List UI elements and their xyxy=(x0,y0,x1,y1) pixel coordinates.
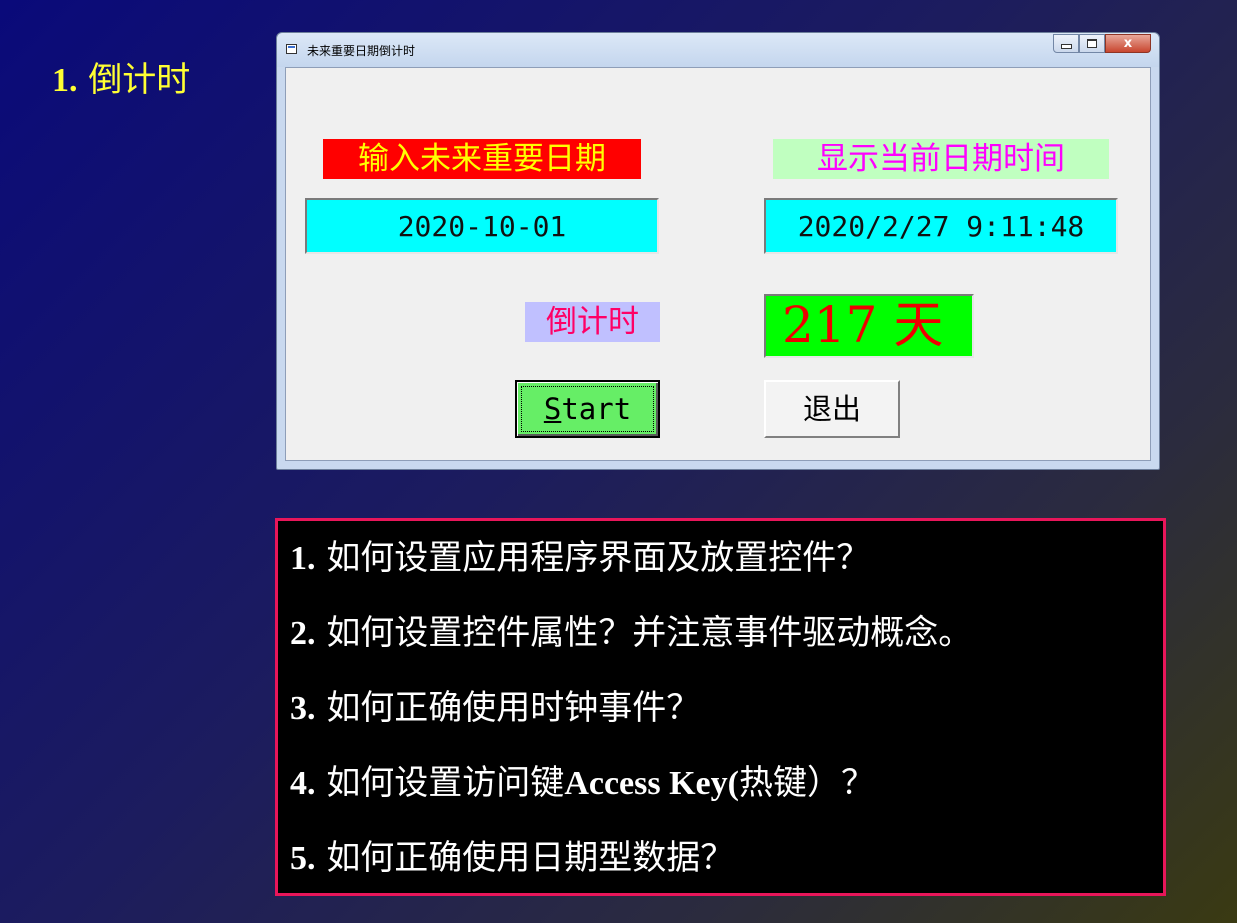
question-item: 1. 如何设置应用程序界面及放置控件？ xyxy=(290,521,1163,596)
minimize-button[interactable] xyxy=(1053,34,1079,53)
start-access-key: S xyxy=(543,392,562,426)
question-number: 2. xyxy=(290,615,316,652)
window-title: 未来重要日期倒计时 xyxy=(307,44,416,58)
current-datetime-label: 显示当前日期时间 xyxy=(773,139,1109,179)
question-box: 1. 如何设置应用程序界面及放置控件？ 2. 如何设置控件属性？并注意事件驱动概… xyxy=(275,518,1166,896)
window-icon xyxy=(286,44,297,54)
slide-heading-number: 1. xyxy=(52,62,78,99)
question-text: 如何设置控件属性？并注意事件驱动概念。 xyxy=(326,613,973,653)
start-button[interactable]: Start xyxy=(515,380,660,438)
start-label-rest: tart xyxy=(561,392,632,426)
current-datetime-field[interactable] xyxy=(764,198,1118,254)
future-date-input[interactable] xyxy=(305,198,659,254)
question-number: 3. xyxy=(290,690,316,727)
close-icon: x xyxy=(1123,36,1133,51)
maximize-icon xyxy=(1087,39,1097,48)
caption-buttons: x xyxy=(1053,34,1151,53)
question-text-after: 热键）？ xyxy=(738,763,875,803)
exit-button[interactable]: 退出 xyxy=(764,380,900,438)
close-button[interactable]: x xyxy=(1105,34,1151,53)
question-item: 2. 如何设置控件属性？并注意事件驱动概念。 xyxy=(290,596,1163,671)
minimize-icon xyxy=(1060,43,1072,49)
question-item: 3. 如何正确使用时钟事件？ xyxy=(290,671,1163,746)
days-remaining-display: 217 天 xyxy=(764,294,974,358)
countdown-label: 倒计时 xyxy=(525,302,660,342)
slide-heading: 1. 倒计时 xyxy=(52,58,190,103)
slide-heading-text: 倒计时 xyxy=(88,60,191,100)
question-text: 如何设置访问键 xyxy=(326,763,565,803)
app-window: 未来重要日期倒计时 x 输入未来重要日期 显示当前日期时间 倒计时 217 天 … xyxy=(276,32,1160,470)
question-number: 5. xyxy=(290,840,316,877)
question-number: 1. xyxy=(290,540,316,577)
future-date-label: 输入未来重要日期 xyxy=(323,139,641,179)
question-number: 4. xyxy=(290,765,316,802)
question-text: 如何设置应用程序界面及放置控件？ xyxy=(326,538,871,578)
title-bar[interactable]: 未来重要日期倒计时 x xyxy=(277,33,1159,67)
question-item: 5. 如何正确使用日期型数据？ xyxy=(290,821,1163,896)
question-item: 4. 如何设置访问键Access Key(热键）？ xyxy=(290,746,1163,821)
question-text-bold: Access Key( xyxy=(564,765,739,802)
maximize-button[interactable] xyxy=(1079,34,1105,53)
start-button-label: Start xyxy=(521,386,654,432)
question-text: 如何正确使用日期型数据？ xyxy=(326,838,735,878)
question-text: 如何正确使用时钟事件？ xyxy=(326,688,701,728)
form-client-area: 输入未来重要日期 显示当前日期时间 倒计时 217 天 Start 退出 xyxy=(285,67,1151,461)
